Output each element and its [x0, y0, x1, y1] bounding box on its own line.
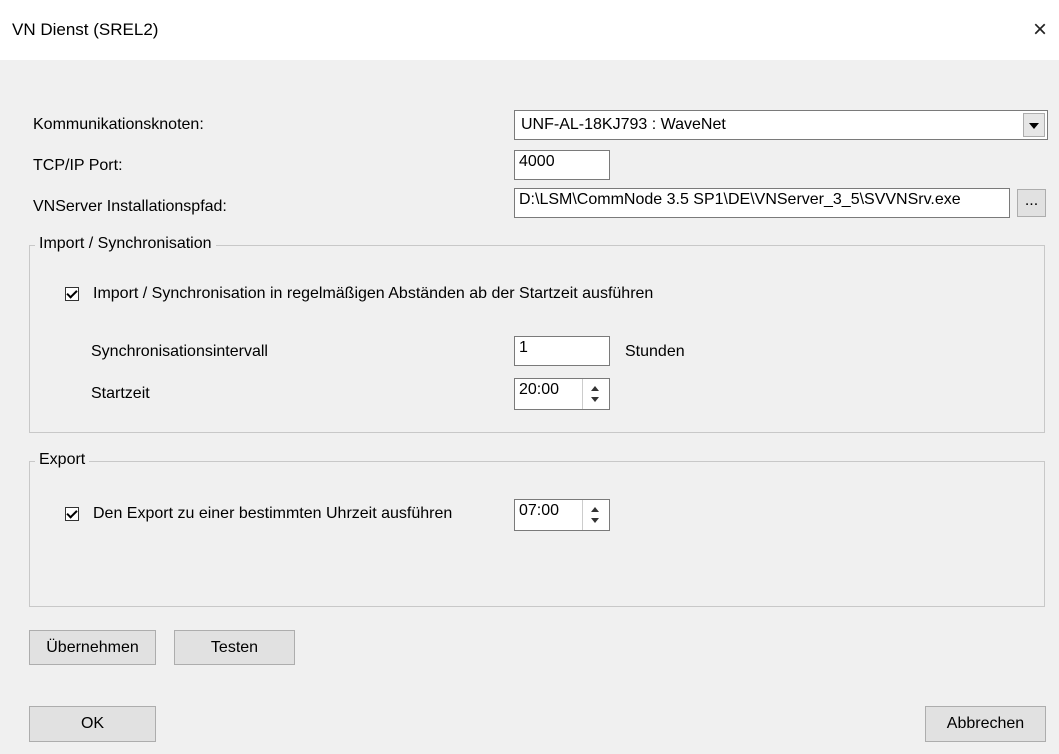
chevron-down-icon[interactable] [1023, 113, 1045, 137]
test-button[interactable]: Testen [174, 630, 295, 665]
export-checkbox[interactable] [65, 507, 79, 521]
port-input[interactable]: 4000 [514, 150, 610, 180]
interval-label: Synchronisationsintervall [91, 343, 268, 360]
import-sync-checkbox-label: Import / Synchronisation in regelmäßigen… [93, 285, 654, 302]
interval-input[interactable]: 1 [514, 336, 610, 366]
spin-up-icon[interactable] [591, 507, 599, 512]
node-label: Kommunikationsknoten: [33, 116, 204, 133]
node-select[interactable]: UNF-AL-18KJ793 : WaveNet [514, 110, 1048, 140]
export-time-spinner[interactable] [582, 500, 608, 530]
spin-down-icon[interactable] [591, 518, 599, 523]
export-group [29, 461, 1045, 607]
export-legend: Export [35, 451, 90, 469]
browse-button[interactable]: ... [1017, 189, 1046, 217]
title-bar: VN Dienst (SREL2) × [0, 0, 1059, 60]
start-time-label: Startzeit [91, 385, 150, 402]
spin-up-icon[interactable] [591, 386, 599, 391]
import-sync-legend: Import / Synchronisation [35, 235, 216, 253]
node-select-value: UNF-AL-18KJ793 : WaveNet [521, 116, 726, 133]
port-label: TCP/IP Port: [33, 157, 123, 174]
export-time-value: 07:00 [519, 502, 560, 519]
interval-unit: Stunden [625, 343, 685, 360]
path-input[interactable]: D:\LSM\CommNode 3.5 SP1\DE\VNServer_3_5\… [514, 188, 1010, 218]
start-time-spinner[interactable] [582, 379, 608, 409]
import-sync-checkbox[interactable] [65, 287, 79, 301]
start-time-value: 20:00 [519, 381, 560, 398]
spin-down-icon[interactable] [591, 397, 599, 402]
path-label: VNServer Installationspfad: [33, 198, 227, 215]
apply-button[interactable]: Übernehmen [29, 630, 156, 665]
close-icon[interactable]: × [1025, 12, 1055, 48]
export-checkbox-label: Den Export zu einer bestimmten Uhrzeit a… [93, 505, 453, 522]
cancel-button[interactable]: Abbrechen [925, 706, 1046, 742]
window-title: VN Dienst (SREL2) [12, 20, 159, 39]
ok-button[interactable]: OK [29, 706, 156, 742]
